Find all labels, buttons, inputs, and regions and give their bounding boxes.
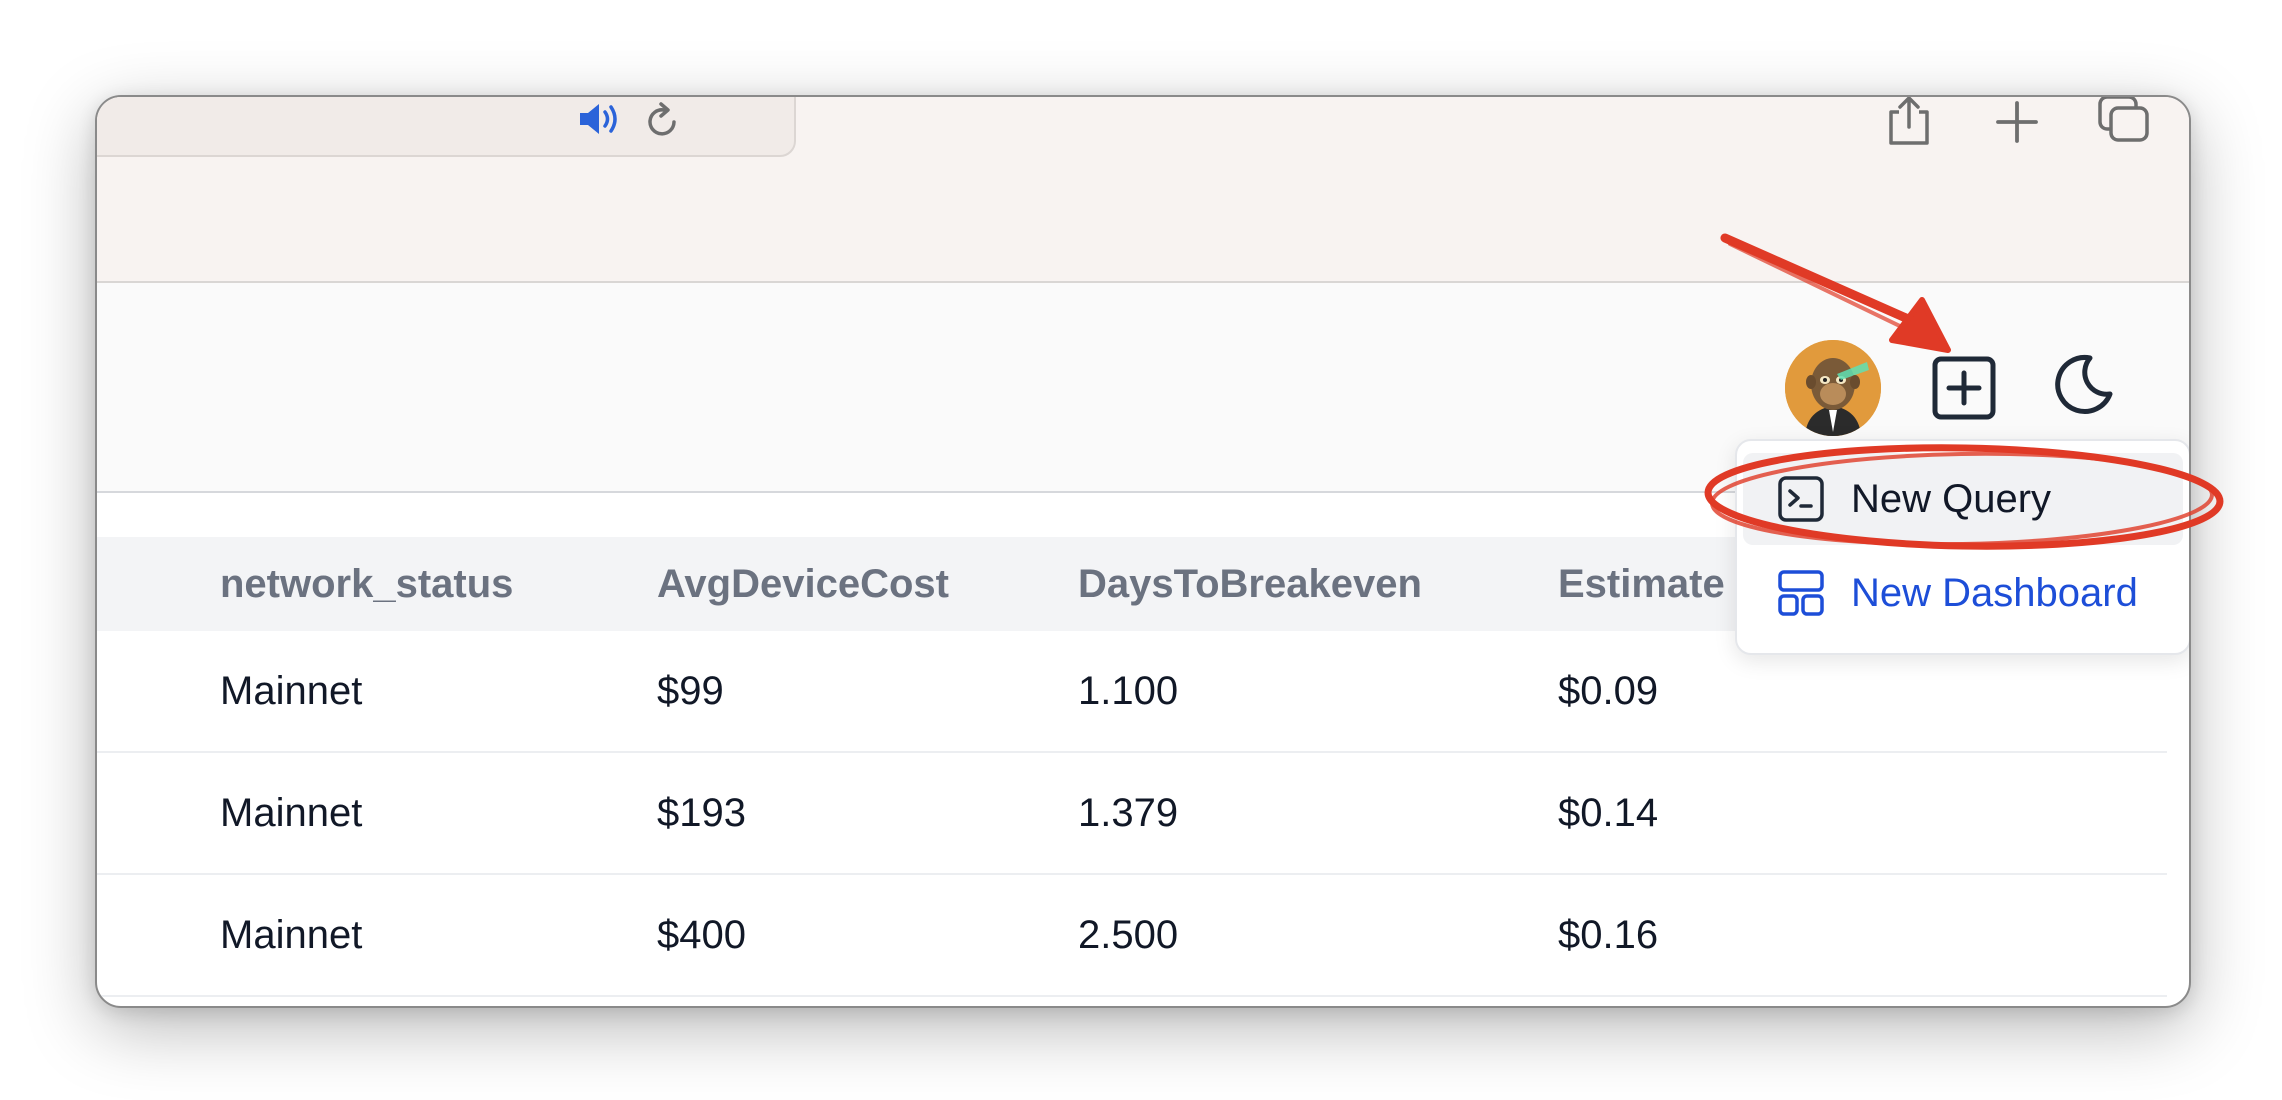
column-header[interactable]: DaysToBreakeven — [1078, 537, 1422, 631]
table-cell: $0.14 — [1558, 791, 1659, 835]
reload-icon[interactable] — [642, 101, 684, 143]
new-item-plus-icon[interactable] — [1931, 355, 1997, 421]
dashboard-layout-icon — [1778, 570, 1824, 616]
new-tab-icon[interactable] — [1994, 99, 2040, 145]
address-bar[interactable] — [97, 97, 796, 157]
table-cell: Mainnet — [220, 791, 363, 835]
table-cell: $99 — [657, 669, 724, 713]
browser-window: network_status AvgDeviceCost DaysToBreak… — [95, 95, 2191, 1008]
column-header[interactable]: Estimate — [1558, 537, 1725, 631]
table-row: Mainnet $400 2.500 $0.16 — [97, 875, 2167, 997]
table-cell: 1.379 — [1078, 791, 1179, 835]
moon-icon[interactable] — [2050, 352, 2116, 418]
menu-item-new-query[interactable]: New Query — [1743, 453, 2183, 545]
table-cell: 1.100 — [1078, 669, 1179, 713]
column-header[interactable]: AvgDeviceCost — [657, 537, 949, 631]
table-cell: $0.09 — [1558, 669, 1659, 713]
table-row: Mainnet $193 1.379 $0.14 — [97, 753, 2167, 875]
menu-item-new-dashboard[interactable]: New Dashboard — [1743, 547, 2183, 639]
tabs-overview-icon[interactable] — [2096, 95, 2152, 145]
table-cell: 2.500 — [1078, 913, 1179, 957]
browser-toolbar — [97, 97, 2189, 283]
share-icon[interactable] — [1884, 95, 1934, 147]
table-cell: $0.16 — [1558, 913, 1659, 957]
ape-avatar-icon — [1785, 340, 1881, 436]
new-item-dropdown: New Query New Dashboard — [1735, 439, 2189, 655]
speaker-icon[interactable] — [577, 99, 625, 139]
table-cell: $193 — [657, 791, 746, 835]
table-cell: Mainnet — [220, 669, 363, 713]
table-cell: $400 — [657, 913, 746, 957]
menu-item-label: New Query — [1851, 477, 2052, 521]
avatar[interactable] — [1785, 340, 1881, 436]
column-header[interactable]: network_status — [220, 537, 513, 631]
terminal-icon — [1778, 476, 1824, 522]
table-cell: Mainnet — [220, 913, 363, 957]
menu-item-label: New Dashboard — [1851, 571, 2138, 615]
